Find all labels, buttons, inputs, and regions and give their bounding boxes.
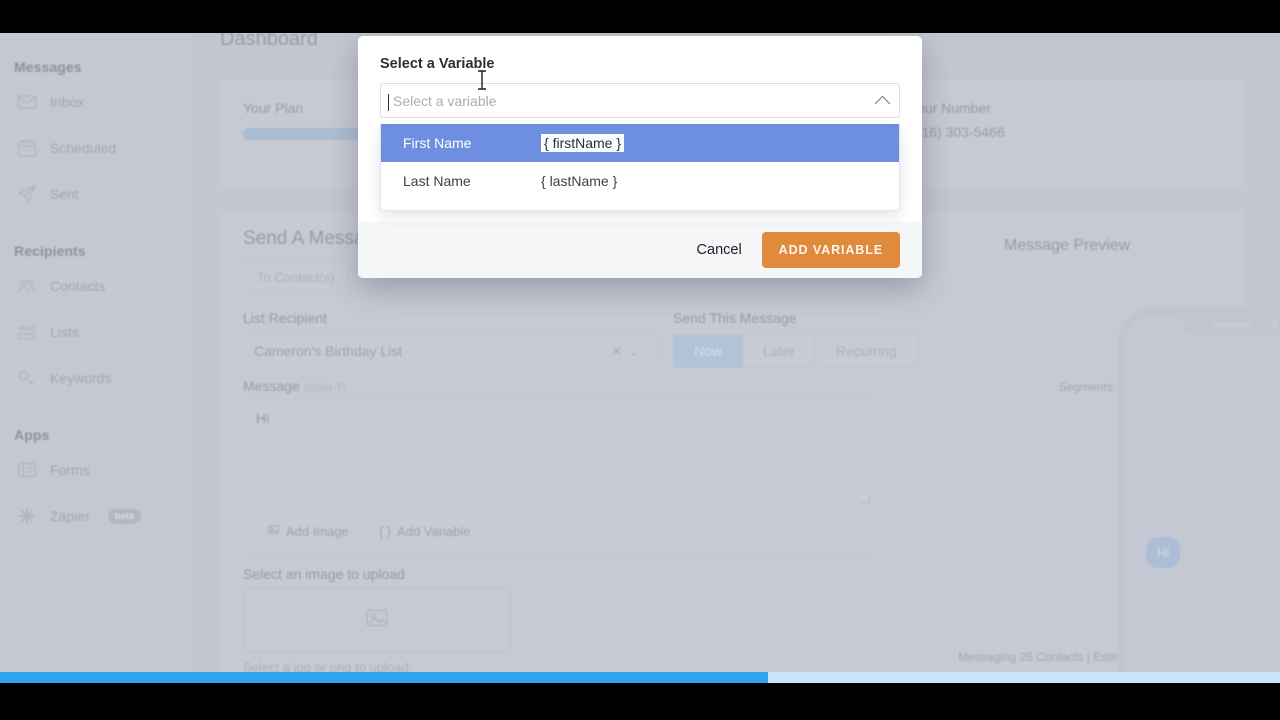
- sidebar-item-label: Scheduled: [50, 140, 117, 156]
- camera-icon: [1272, 322, 1278, 328]
- sidebar-item-scheduled[interactable]: Scheduled: [0, 125, 186, 171]
- message-textarea-wrap[interactable]: Hi Add Image { } Add Variable: [243, 398, 875, 553]
- image-dropzone[interactable]: [243, 588, 511, 652]
- schedule-segmented-control: Now Later Recurring: [673, 334, 918, 368]
- recipient-tabs: To Contact(s): [243, 262, 350, 293]
- sidebar-item-label: Contacts: [50, 278, 106, 294]
- variable-option-first-name[interactable]: First Name { firstName }: [381, 124, 899, 162]
- variable-option-name: First Name: [403, 135, 472, 151]
- list-recipient-value: Cameron's Birthday List: [254, 343, 403, 359]
- list-recipient-label: List Recipient: [243, 310, 328, 326]
- sidebar-section-recipients: Recipients: [14, 243, 86, 259]
- add-variable-label: Add Variable: [397, 523, 471, 539]
- letterbox-bottom: [0, 683, 1280, 720]
- phone-notch: [1182, 314, 1280, 336]
- sidebar-item-label: Lists: [50, 324, 79, 340]
- list-grid-icon: [16, 321, 38, 343]
- message-label: Message (GSM-7): [243, 378, 346, 394]
- sidebar-item-label: Zapier: [50, 508, 90, 524]
- number-value: (616) 303-5466: [909, 124, 1005, 140]
- variable-option-last-name[interactable]: Last Name { lastName }: [381, 162, 899, 200]
- sidebar-item-inbox[interactable]: Inbox: [0, 79, 186, 125]
- upload-label: Select an image to upload: [243, 566, 405, 582]
- message-toolbar: Add Image { } Add Variable: [244, 510, 874, 552]
- add-image-button[interactable]: Add Image: [254, 516, 362, 546]
- paper-plane-icon: [16, 183, 38, 205]
- schedule-option-now[interactable]: Now: [674, 335, 743, 367]
- tab-to-contacts[interactable]: To Contact(s): [243, 262, 350, 293]
- variable-option-token: { firstName }: [541, 134, 625, 152]
- message-label-text: Message: [243, 378, 300, 394]
- variable-combobox[interactable]: Select a variable: [380, 83, 900, 118]
- select-variable-modal: Select a Variable Select a variable Firs…: [358, 36, 922, 278]
- page-load-progress-track: [0, 672, 1280, 683]
- plan-label: Your Plan: [243, 100, 304, 116]
- variable-option-name: Last Name: [403, 173, 471, 189]
- modal-footer: Cancel ADD VARIABLE: [358, 222, 922, 278]
- sidebar-section-apps: Apps: [14, 427, 50, 443]
- add-variable-submit-button[interactable]: ADD VARIABLE: [761, 232, 900, 268]
- sidebar-item-zapier[interactable]: Zapier beta: [0, 493, 186, 539]
- sidebar: Messages Inbox Scheduled Sent Recipients…: [0, 33, 186, 683]
- sidebar-section-messages: Messages: [14, 59, 82, 75]
- sidebar-item-lists[interactable]: Lists: [0, 309, 186, 355]
- add-image-label: Add Image: [286, 523, 349, 539]
- message-encoding: (GSM-7): [303, 382, 346, 394]
- calendar-icon: [16, 137, 38, 159]
- form-icon: [16, 459, 38, 481]
- sidebar-item-forms[interactable]: Forms: [0, 447, 186, 493]
- page-title: Dashboard: [220, 33, 318, 50]
- sidebar-item-label: Sent: [50, 186, 79, 202]
- modal-body: Select a Variable Select a variable Firs…: [358, 36, 922, 222]
- variable-options-menu: First Name { firstName } Last Name { las…: [380, 124, 900, 211]
- variable-combobox-placeholder: Select a variable: [388, 92, 497, 111]
- sidebar-item-label: Inbox: [50, 94, 85, 110]
- image-placeholder-icon: [364, 605, 390, 636]
- clear-and-chevron-icon[interactable]: ✕⌄: [611, 343, 646, 360]
- variable-option-token: { lastName }: [541, 173, 618, 189]
- sidebar-item-contacts[interactable]: Contacts: [0, 263, 186, 309]
- send-this-message-label: Send This Message: [673, 310, 797, 326]
- schedule-option-later[interactable]: Later: [742, 335, 815, 367]
- message-preview-title: Message Preview: [1004, 237, 1131, 254]
- sidebar-item-label: Forms: [50, 462, 90, 478]
- key-icon: [16, 367, 38, 389]
- beta-badge: beta: [107, 508, 142, 524]
- speaker-icon: [1212, 323, 1252, 327]
- braces-icon: { }: [378, 523, 392, 539]
- envelope-icon: [16, 91, 38, 113]
- zapier-icon: [16, 505, 38, 527]
- number-card: Your Number (616) 303-5466: [886, 79, 1246, 189]
- cancel-button[interactable]: Cancel: [697, 242, 742, 258]
- resize-handle-icon[interactable]: [860, 494, 870, 504]
- phone-mockup: Hi: [1118, 307, 1280, 683]
- list-recipient-select[interactable]: Cameron's Birthday List ✕⌄: [243, 334, 657, 368]
- sidebar-item-label: Keywords: [50, 370, 112, 386]
- page-load-progress-fill: [0, 672, 768, 683]
- send-message-card: Send A Message To Contact(s) List Recipi…: [220, 209, 1246, 679]
- screen: Messages Inbox Scheduled Sent Recipients…: [0, 0, 1280, 720]
- modal-title: Select a Variable: [380, 56, 495, 72]
- chevron-up-icon[interactable]: [865, 84, 899, 119]
- add-variable-button[interactable]: { } Add Variable: [365, 516, 484, 546]
- preview-message-bubble: Hi: [1146, 537, 1181, 568]
- users-icon: [16, 275, 38, 297]
- sidebar-item-keywords[interactable]: Keywords: [0, 355, 186, 401]
- image-icon: [267, 523, 280, 539]
- schedule-option-recurring[interactable]: Recurring: [814, 335, 917, 367]
- sidebar-item-sent[interactable]: Sent: [0, 171, 186, 217]
- message-textarea-value: Hi: [256, 410, 270, 426]
- letterbox-top: [0, 0, 1280, 33]
